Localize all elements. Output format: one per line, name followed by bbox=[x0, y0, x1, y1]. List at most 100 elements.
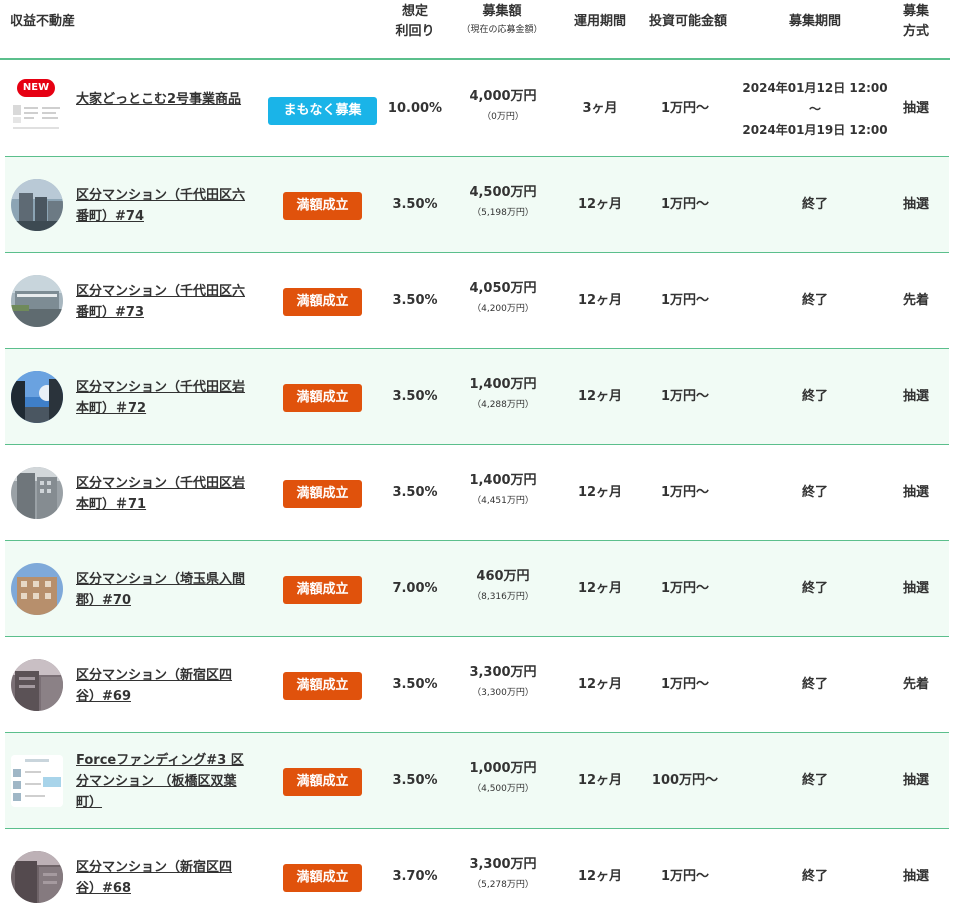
minimum-value: 1万円〜 bbox=[660, 677, 710, 692]
property-name-link[interactable]: 区分マンション（千代田区岩本町）＃71 bbox=[76, 473, 246, 515]
new-badge: NEW bbox=[17, 79, 55, 97]
amount-value: 460万円 （8,316万円） bbox=[450, 567, 556, 607]
recruit-start: 2024年01月12日 12:00 bbox=[742, 81, 888, 95]
status-badge: 満額成立 bbox=[283, 672, 362, 700]
method-value: 先着 bbox=[902, 293, 929, 308]
recruit-period: 終了 bbox=[801, 869, 828, 884]
building-photo-icon bbox=[11, 467, 63, 519]
header-minimum: 投資可能金額 bbox=[648, 14, 727, 29]
header-yield-line2: 利回り bbox=[395, 24, 435, 39]
status-badge: 満額成立 bbox=[283, 480, 362, 508]
status-badge: 満額成立 bbox=[283, 192, 362, 220]
property-thumbnail[interactable] bbox=[11, 755, 63, 807]
period-value: 12ヶ月 bbox=[577, 197, 623, 212]
yield-value: 3.50% bbox=[392, 389, 438, 404]
property-thumbnail[interactable] bbox=[11, 563, 63, 615]
recruit-separator: 〜 bbox=[808, 102, 821, 116]
property-name-link[interactable]: 区分マンション（千代田区六番町）#74 bbox=[76, 185, 246, 227]
property-name-link[interactable]: 区分マンション（新宿区四谷）#69 bbox=[76, 665, 246, 707]
minimum-value: 1万円〜 bbox=[660, 485, 710, 500]
property-thumbnail[interactable] bbox=[11, 659, 63, 711]
table-row[interactable]: 区分マンション（千代田区岩本町）＃72 満額成立 3.50% 1,400万円 （… bbox=[5, 349, 949, 445]
amount-current: （4,451万円） bbox=[472, 496, 534, 506]
offerings-table: 収益不動産 想定 利回り 募集額 （現在の応募金額） 運用期間 投資可能金額 募… bbox=[0, 0, 956, 909]
building-photo-icon bbox=[11, 563, 63, 615]
amount-current: （5,278万円） bbox=[472, 880, 534, 890]
status-badge: 満額成立 bbox=[283, 576, 362, 604]
table-row[interactable]: 区分マンション（埼玉県入間郡）#70 満額成立 7.00% 460万円 （8,3… bbox=[5, 541, 949, 637]
period-value: 12ヶ月 bbox=[577, 485, 623, 500]
period-value: 12ヶ月 bbox=[577, 869, 623, 884]
status-badge: 満額成立 bbox=[283, 768, 362, 796]
method-value: 先着 bbox=[902, 677, 929, 692]
yield-value: 3.50% bbox=[392, 197, 438, 212]
property-thumbnail[interactable] bbox=[11, 275, 63, 327]
property-thumbnail[interactable] bbox=[11, 371, 63, 423]
status-badge: 満額成立 bbox=[283, 384, 362, 412]
amount-current: （8,316万円） bbox=[472, 592, 534, 602]
period-value: 12ヶ月 bbox=[577, 293, 623, 308]
status-badge: 満額成立 bbox=[283, 288, 362, 316]
property-name-link[interactable]: Forceファンディング#3 区分マンション （板橋区双葉町） bbox=[76, 750, 246, 813]
method-value: 抽選 bbox=[902, 101, 929, 116]
amount-value: 1,000万円 （4,500万円） bbox=[450, 759, 556, 799]
yield-value: 3.50% bbox=[392, 773, 438, 788]
recruit-period: 終了 bbox=[801, 197, 828, 212]
amount-current: （0万円） bbox=[482, 112, 524, 122]
period-value: 12ヶ月 bbox=[577, 389, 623, 404]
recruit-period: 終了 bbox=[801, 581, 828, 596]
amount-value: 3,300万円 （3,300万円） bbox=[450, 663, 556, 703]
amount-current: （4,288万円） bbox=[472, 400, 534, 410]
property-thumbnail[interactable] bbox=[11, 851, 63, 903]
yield-value: 3.50% bbox=[392, 485, 438, 500]
amount-target: 4,500万円 bbox=[469, 185, 537, 200]
method-value: 抽選 bbox=[902, 389, 929, 404]
header-amount-label: 募集額 bbox=[482, 4, 522, 19]
header-yield-line1: 想定 bbox=[401, 4, 428, 19]
table-row[interactable]: Forceファンディング#3 区分マンション （板橋区双葉町） 満額成立 3.5… bbox=[5, 733, 949, 829]
amount-target: 460万円 bbox=[476, 569, 530, 584]
property-name-link[interactable]: 区分マンション（千代田区岩本町）＃72 bbox=[76, 377, 246, 419]
period-value: 12ヶ月 bbox=[577, 581, 623, 596]
header-property: 収益不動産 bbox=[10, 14, 76, 29]
yield-value: 3.70% bbox=[392, 869, 438, 884]
yield-value: 3.50% bbox=[392, 293, 438, 308]
header-period: 運用期間 bbox=[573, 14, 626, 29]
table-row[interactable]: 区分マンション（新宿区四谷）#69 満額成立 3.50% 3,300万円 （3,… bbox=[5, 637, 949, 733]
document-thumbnail-icon bbox=[11, 755, 63, 807]
period-value: 12ヶ月 bbox=[577, 773, 623, 788]
amount-target: 4,050万円 bbox=[469, 281, 537, 296]
minimum-value: 1万円〜 bbox=[660, 869, 710, 884]
building-photo-icon bbox=[11, 371, 63, 423]
building-photo-icon bbox=[11, 851, 63, 903]
amount-target: 3,300万円 bbox=[469, 857, 537, 872]
method-value: 抽選 bbox=[902, 197, 929, 212]
property-name-link[interactable]: 区分マンション（千代田区六番町）#73 bbox=[76, 281, 246, 323]
property-name-link[interactable]: 区分マンション（埼玉県入間郡）#70 bbox=[76, 569, 246, 611]
table-row[interactable]: 区分マンション（千代田区六番町）#74 満額成立 3.50% 4,500万円 （… bbox=[5, 157, 949, 253]
property-thumbnail[interactable] bbox=[11, 179, 63, 231]
building-photo-icon bbox=[11, 659, 63, 711]
recruit-period: 終了 bbox=[801, 485, 828, 500]
method-value: 抽選 bbox=[902, 581, 929, 596]
table-row[interactable]: NEW 大家どっとこむ2号事業商品 まもなく募集 10.00% 4,000万円 … bbox=[5, 61, 949, 157]
recruit-end: 2024年01月19日 12:00 bbox=[742, 123, 888, 137]
amount-current: （4,200万円） bbox=[472, 304, 534, 314]
header-method-line2: 方式 bbox=[902, 24, 929, 39]
table-row[interactable]: 区分マンション（新宿区四谷）#68 満額成立 3.70% 3,300万円 （5,… bbox=[5, 829, 949, 909]
building-photo-icon bbox=[11, 179, 63, 231]
recruit-period: 終了 bbox=[801, 293, 828, 308]
property-thumbnail[interactable] bbox=[11, 467, 63, 519]
amount-target: 4,000万円 bbox=[469, 89, 537, 104]
minimum-value: 1万円〜 bbox=[660, 293, 710, 308]
minimum-value: 1万円〜 bbox=[660, 101, 710, 116]
property-name-link[interactable]: 区分マンション（新宿区四谷）#68 bbox=[76, 857, 246, 899]
property-name-link[interactable]: 大家どっとこむ2号事業商品 bbox=[76, 89, 246, 110]
table-row[interactable]: 区分マンション（千代田区六番町）#73 満額成立 3.50% 4,050万円 （… bbox=[5, 253, 949, 349]
amount-value: 4,050万円 （4,200万円） bbox=[450, 279, 556, 319]
amount-current: （5,198万円） bbox=[472, 208, 534, 218]
yield-value: 3.50% bbox=[392, 677, 438, 692]
method-value: 抽選 bbox=[902, 773, 929, 788]
minimum-value: 100万円〜 bbox=[651, 773, 719, 788]
table-row[interactable]: 区分マンション（千代田区岩本町）＃71 満額成立 3.50% 1,400万円 （… bbox=[5, 445, 949, 541]
